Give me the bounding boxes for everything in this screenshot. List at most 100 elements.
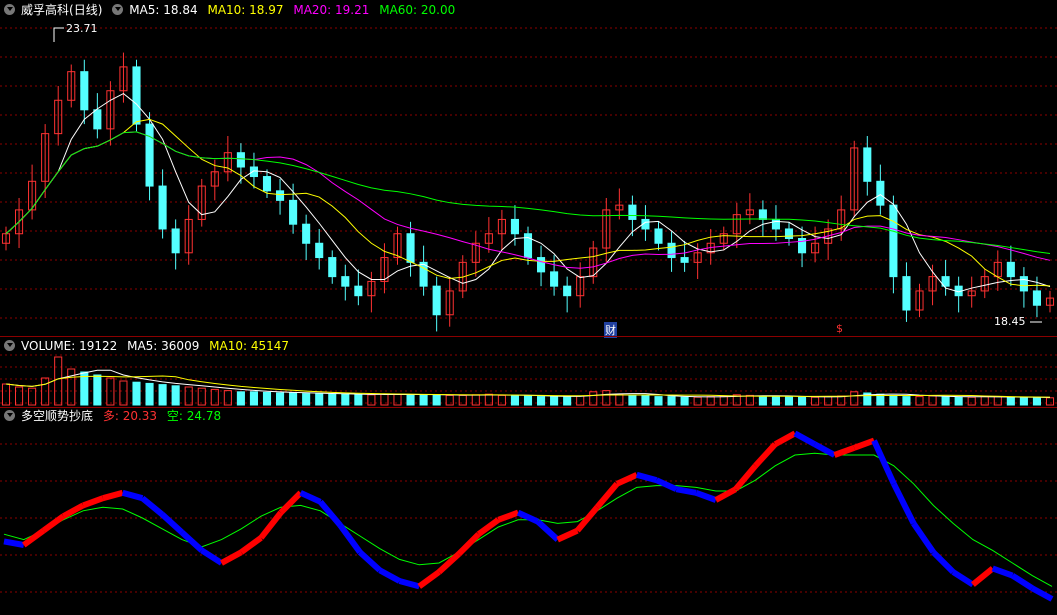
duo-segment <box>675 486 697 496</box>
chevron-down-icon[interactable] <box>112 4 124 15</box>
volume-bar <box>1045 397 1055 406</box>
volume-bar <box>719 395 728 406</box>
duo-segment <box>239 535 263 555</box>
candle-body <box>315 242 324 259</box>
duo-segment <box>140 495 165 517</box>
volume-bar <box>289 392 298 406</box>
ma60-label: MA60: 20.00 <box>379 3 456 17</box>
volume-bar <box>915 396 924 406</box>
candle-body <box>680 257 689 263</box>
volume-bar <box>967 396 976 406</box>
duo-value: 多: 20.33 <box>102 409 158 423</box>
ma20-label: MA20: 19.21 <box>293 3 370 17</box>
candle-body <box>276 190 285 201</box>
volume-bar <box>628 394 637 406</box>
volume-bar <box>523 395 533 406</box>
volume-bar <box>537 396 546 406</box>
volume-bar <box>928 395 937 406</box>
candle-body <box>1032 290 1041 306</box>
volume-bar <box>667 396 676 406</box>
kong-value: 空: 24.78 <box>166 409 222 423</box>
candle-body <box>654 228 663 244</box>
candle-body <box>354 285 363 297</box>
volume-bar <box>902 396 911 406</box>
duo-segment <box>575 505 600 533</box>
volume-bar <box>1019 397 1028 406</box>
candle-body <box>1019 276 1028 292</box>
chevron-down-icon[interactable] <box>4 4 15 15</box>
candle-body <box>889 204 898 278</box>
volume-bar <box>184 386 193 406</box>
volume-bar <box>680 396 689 406</box>
candle-body <box>550 271 559 287</box>
volume-bar <box>249 391 258 406</box>
duo-segment <box>378 567 401 584</box>
indicator-title: 多空顺势抄底 <box>21 409 94 423</box>
volume-bar <box>980 396 989 406</box>
candle-body <box>145 123 154 187</box>
duo-segment <box>258 510 284 540</box>
dividend-marker[interactable]: $ <box>836 322 843 335</box>
candle-body <box>902 276 911 311</box>
volume-bar <box>784 396 794 406</box>
chevron-down-icon[interactable] <box>4 410 15 421</box>
volume-bar <box>563 396 572 406</box>
volume-bar <box>824 396 833 406</box>
volume-legend: VOLUME: 19122 MA5: 36009 MA10: 45147 <box>4 338 295 354</box>
candle-body <box>537 257 546 273</box>
low-price-label: 18.45 <box>994 315 1026 328</box>
volume-bar <box>576 395 585 406</box>
price-chart[interactable] <box>0 0 1057 336</box>
volume-bar <box>132 381 141 406</box>
duo-segment <box>61 502 85 519</box>
duo-segment <box>278 490 303 515</box>
duo-segment <box>179 530 204 553</box>
volume-bar <box>1032 397 1041 406</box>
duo-segment <box>398 578 421 590</box>
duo-segment <box>793 430 817 447</box>
volume-bar <box>771 396 780 406</box>
candle-body <box>432 285 441 316</box>
duo-segment <box>200 547 224 566</box>
volume-bar <box>745 394 754 406</box>
duo-segment <box>318 499 343 528</box>
candle-body <box>784 228 794 239</box>
volume-bar <box>993 396 1002 406</box>
volume-bar <box>954 396 963 406</box>
volume-bar <box>158 384 167 406</box>
volume-bar <box>641 395 650 406</box>
indicator-chart[interactable] <box>0 408 1057 615</box>
volume-bar <box>889 394 898 406</box>
duo-segment <box>615 472 638 487</box>
duo-segment <box>456 532 481 557</box>
candle-body <box>262 176 272 192</box>
candle-body <box>171 228 180 254</box>
duo-segment <box>753 442 778 468</box>
volume-bar <box>837 395 846 406</box>
duo-segment <box>655 477 678 492</box>
duo-segment <box>556 527 579 543</box>
candle-body <box>863 147 872 182</box>
duo-segment <box>102 489 124 502</box>
chevron-down-icon[interactable] <box>4 340 15 351</box>
duo-segment <box>833 444 856 458</box>
volume-bar <box>15 386 24 406</box>
volume-bar <box>550 396 559 406</box>
volume-bar <box>432 394 441 406</box>
candle-body <box>328 257 337 278</box>
duo-segment <box>160 512 184 535</box>
candle-body <box>1006 261 1015 278</box>
candle-body <box>302 223 311 244</box>
duo-segment <box>535 519 560 542</box>
volume-bar <box>145 382 154 406</box>
duo-segment <box>476 517 501 537</box>
volume-bar <box>28 387 37 406</box>
candle-body <box>289 199 298 225</box>
volume-bar <box>811 396 820 406</box>
duo-segment <box>82 495 104 509</box>
volume-bar <box>706 396 715 406</box>
volume-bar <box>693 396 702 406</box>
main-legend: 威孚高科(日线) MA5: 18.84 MA10: 18.97 MA20: 19… <box>4 2 461 18</box>
duo-segment <box>991 565 1014 579</box>
candle-body <box>132 66 141 125</box>
